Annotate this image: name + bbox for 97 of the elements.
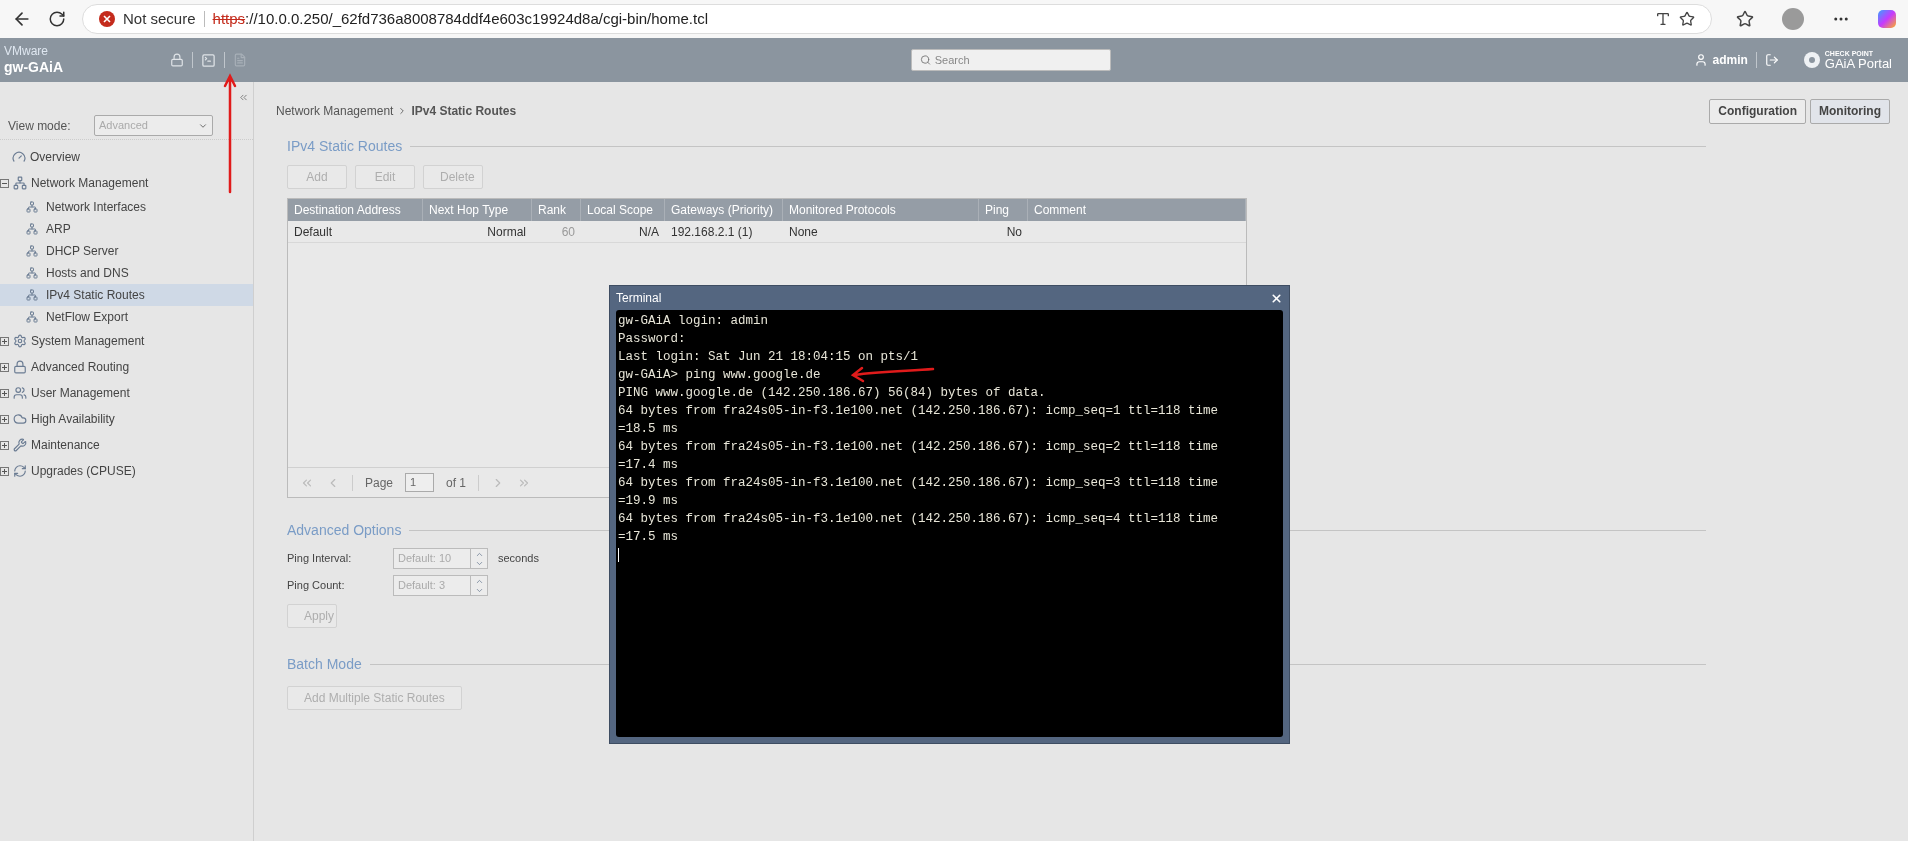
search-box[interactable]: Search <box>910 49 1111 71</box>
warning-icon <box>99 11 115 27</box>
nav-icon <box>13 360 27 374</box>
number-field[interactable]: Default: 3 <box>394 576 470 595</box>
page-label: Page <box>365 474 394 492</box>
nav-icon <box>13 438 27 452</box>
logo-icon <box>1802 51 1821 69</box>
nav-item[interactable]: Upgrades (CPUSE) <box>0 458 253 484</box>
search-icon <box>919 54 931 66</box>
terminal-icon[interactable] <box>201 52 216 68</box>
url-text: https://10.0.0.250/_62fd736a8008784ddf4e603c19924d8a/cgi-bin/home.tcl <box>212 8 708 29</box>
terminal-line: =17.5 ms <box>618 529 678 546</box>
field-label: Ping Interval: <box>287 551 353 567</box>
terminal-line: 64 bytes from fra24s05-in-f3.1e100.net (142.250.186.67): icmp_seq=4 ttl=118 time <box>618 511 1219 528</box>
nav-icon <box>13 386 27 400</box>
table-cell-text: None <box>789 223 818 241</box>
expand-icon[interactable] <box>0 336 9 346</box>
nav-icon <box>13 412 27 426</box>
hostname-label: gw-GAiA <box>4 58 65 77</box>
nav-item[interactable]: Advanced Routing <box>0 354 253 380</box>
vendor-label: VMware <box>4 43 49 59</box>
breadcrumb-link[interactable]: Network Management <box>276 102 394 120</box>
profile-avatar[interactable] <box>1782 8 1804 30</box>
table-cell-text: 60 <box>561 223 575 241</box>
nav-item[interactable]: ARP <box>0 218 253 240</box>
close-icon[interactable] <box>1270 291 1283 305</box>
spinner-field[interactable]: Default: 3 <box>393 575 488 596</box>
favorite-icon[interactable] <box>1679 11 1695 27</box>
nav-item[interactable]: Network Management <box>0 170 253 196</box>
nav-item[interactable]: Overview <box>0 144 253 170</box>
nav-item[interactable]: Maintenance <box>0 432 253 458</box>
text-cursor <box>618 548 619 562</box>
nav-icon <box>12 150 26 164</box>
nav-item[interactable]: NetFlow Export <box>0 306 253 328</box>
expand-icon[interactable] <box>0 362 9 372</box>
terminal-line: Last login: Sat Jun 21 18:04:15 on pts/1 <box>618 349 919 366</box>
nav-icon <box>13 464 27 478</box>
terminal-line: =19.9 ms <box>618 493 678 510</box>
nav-item[interactable]: Network Interfaces <box>0 196 253 218</box>
network-icon <box>26 201 38 213</box>
security-label: Not secure <box>123 8 196 29</box>
terminal-line: =17.4 ms <box>618 457 678 474</box>
page-count: of 1 <box>446 474 467 492</box>
lock-icon[interactable] <box>170 53 184 67</box>
breadcrumb-current: IPv4 Static Routes <box>411 103 517 120</box>
terminal-line: 64 bytes from fra24s05-in-f3.1e100.net (142.250.186.67): icmp_seq=1 ttl=118 time <box>618 403 1219 420</box>
mode-button[interactable]: Monitoring <box>1810 98 1890 124</box>
network-icon <box>26 311 38 323</box>
nav-icon <box>13 334 27 348</box>
terminal-line: PING www.google.de (142.250.186.67) 56(84) bytes of data. <box>618 385 1046 402</box>
terminal-line: gw-GAiA login: admin <box>618 313 769 330</box>
brand-name: GAiA Portal <box>1824 57 1892 70</box>
terminal-line: =18.5 ms <box>618 421 678 438</box>
nav-item[interactable]: Hosts and DNS <box>0 262 253 284</box>
spinner-field[interactable]: Default: 10 <box>393 548 488 569</box>
network-icon <box>26 267 38 279</box>
logout-icon[interactable] <box>1764 53 1779 67</box>
mode-button[interactable]: Configuration <box>1709 98 1806 124</box>
nav-item[interactable]: System Management <box>0 328 253 354</box>
terminal-line: gw-GAiA> ping www.google.de <box>618 367 821 384</box>
nav-item[interactable]: High Availability <box>0 406 253 432</box>
nav-icon <box>13 176 27 190</box>
search-field[interactable]: Search <box>934 51 1102 69</box>
page-field[interactable]: 1 <box>405 473 435 492</box>
favorites-icon[interactable] <box>1736 10 1754 28</box>
network-icon <box>26 289 38 301</box>
nav-item[interactable]: IPv4 Static Routes <box>0 284 253 306</box>
section-title: Advanced Options <box>287 521 402 540</box>
table-cell-text: 192.168.2.1 (1) <box>671 223 753 241</box>
table-cell-text: No <box>1006 223 1022 241</box>
table-cell-text: N/A <box>639 223 659 241</box>
window-title: Terminal <box>616 290 662 307</box>
user-icon <box>1694 53 1709 67</box>
copilot-icon[interactable] <box>1878 10 1896 28</box>
field-label: Ping Count: <box>287 578 346 594</box>
expand-icon[interactable] <box>0 466 9 476</box>
terminal-line: 64 bytes from fra24s05-in-f3.1e100.net (142.250.186.67): icmp_seq=3 ttl=118 time <box>618 475 1219 492</box>
expand-icon[interactable] <box>0 414 9 424</box>
network-icon <box>26 223 38 235</box>
collapse-icon[interactable] <box>0 178 9 188</box>
expand-icon[interactable] <box>0 440 9 450</box>
table-cell-text: Normal <box>487 223 526 241</box>
address-bar[interactable]: Not secure https://10.0.0.250/_62fd736a8008784ddf4e603c19924d8a/cgi-bin/home.tcl <box>82 4 1712 34</box>
nav-item[interactable]: DHCP Server <box>0 240 253 262</box>
network-icon <box>26 245 38 257</box>
section-title: Batch Mode <box>287 655 362 674</box>
nav-item[interactable]: User Management <box>0 380 253 406</box>
table-cell-text: Default <box>294 223 333 241</box>
section-title: IPv4 Static Routes <box>287 137 403 156</box>
terminal-line: 64 bytes from fra24s05-in-f3.1e100.net (142.250.186.67): icmp_seq=2 ttl=118 time <box>618 439 1219 456</box>
expand-icon[interactable] <box>0 388 9 398</box>
view-mode-label: View mode: <box>8 117 72 135</box>
number-field[interactable]: Default: 10 <box>394 549 470 568</box>
reload-icon[interactable] <box>48 10 66 28</box>
terminal-line: Password: <box>618 331 686 348</box>
read-aloud-icon[interactable] <box>1655 11 1671 27</box>
unit-label: seconds <box>498 551 539 567</box>
